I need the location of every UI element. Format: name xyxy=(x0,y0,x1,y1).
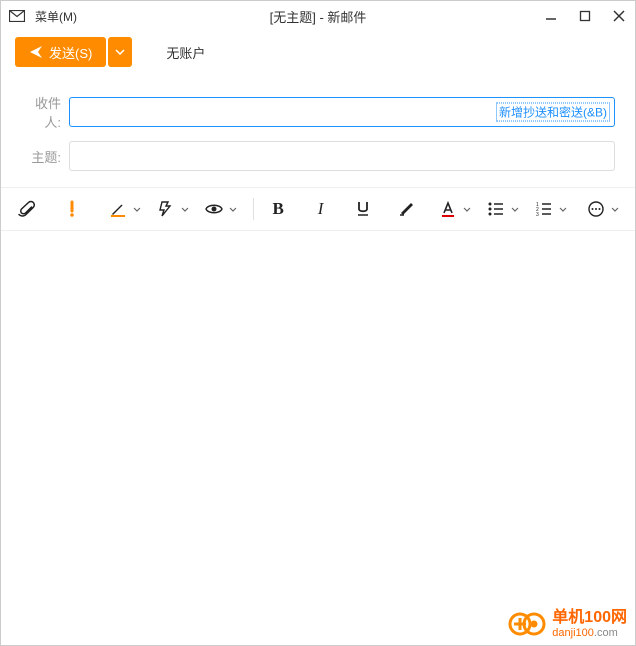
watermark-text: 单机100网 danji100.com xyxy=(552,609,627,639)
svg-text:3: 3 xyxy=(536,212,539,218)
format-toolbar: B I 123 xyxy=(1,187,635,231)
recipient-label: 收件人: xyxy=(21,93,69,131)
underline-button[interactable] xyxy=(348,194,378,224)
send-button[interactable]: 发送(S) xyxy=(15,37,106,67)
highlight-button[interactable] xyxy=(103,194,133,224)
quickstyle-dropdown[interactable] xyxy=(181,207,189,212)
quickstyle-button[interactable] xyxy=(151,194,181,224)
window-controls xyxy=(543,8,627,24)
message-body[interactable] xyxy=(1,231,635,611)
window-title: [无主题] - 新邮件 xyxy=(270,7,367,26)
close-button[interactable] xyxy=(611,8,627,24)
send-dropdown[interactable] xyxy=(108,37,132,67)
add-cc-bcc-link[interactable]: 新增抄送和密送(&B) xyxy=(496,103,610,122)
visibility-button[interactable] xyxy=(199,194,229,224)
header-fields: 收件人: 新增抄送和密送(&B) 主题: xyxy=(1,73,635,187)
recipient-input[interactable]: 新增抄送和密送(&B) xyxy=(69,97,615,127)
numbered-list-button[interactable]: 123 xyxy=(529,194,559,224)
action-bar: 发送(S) 无账户 xyxy=(1,31,635,73)
titlebar: 菜单(M) [无主题] - 新邮件 xyxy=(1,1,635,31)
highlight-dropdown[interactable] xyxy=(133,207,141,212)
watermark: 单机100网 danji100.com xyxy=(508,609,627,639)
visibility-dropdown[interactable] xyxy=(229,207,237,212)
attachment-button[interactable] xyxy=(11,194,41,224)
clear-format-button[interactable] xyxy=(391,194,421,224)
watermark-logo-icon xyxy=(508,609,548,639)
bold-button[interactable]: B xyxy=(263,194,293,224)
bullet-list-button[interactable] xyxy=(481,194,511,224)
more-dropdown[interactable] xyxy=(611,207,619,212)
subject-input[interactable] xyxy=(69,141,615,171)
more-button[interactable] xyxy=(581,194,611,224)
minimize-button[interactable] xyxy=(543,8,559,24)
font-color-dropdown[interactable] xyxy=(463,207,471,212)
font-color-button[interactable] xyxy=(433,194,463,224)
maximize-button[interactable] xyxy=(577,8,593,24)
subject-label: 主题: xyxy=(21,147,69,166)
subject-row: 主题: xyxy=(21,141,615,171)
italic-button[interactable]: I xyxy=(306,194,336,224)
watermark-line2: danji100.com xyxy=(552,627,627,639)
watermark-line1: 单机100网 xyxy=(552,609,627,627)
send-label: 发送(S) xyxy=(49,43,92,62)
send-icon xyxy=(29,45,43,59)
bullet-list-dropdown[interactable] xyxy=(511,207,519,212)
numbered-list-dropdown[interactable] xyxy=(559,207,567,212)
mail-icon xyxy=(9,10,25,22)
priority-button[interactable] xyxy=(57,194,87,224)
toolbar-separator xyxy=(253,198,254,220)
no-account-label[interactable]: 无账户 xyxy=(166,43,205,62)
menu-button[interactable]: 菜单(M) xyxy=(35,8,77,25)
recipient-row: 收件人: 新增抄送和密送(&B) xyxy=(21,93,615,131)
